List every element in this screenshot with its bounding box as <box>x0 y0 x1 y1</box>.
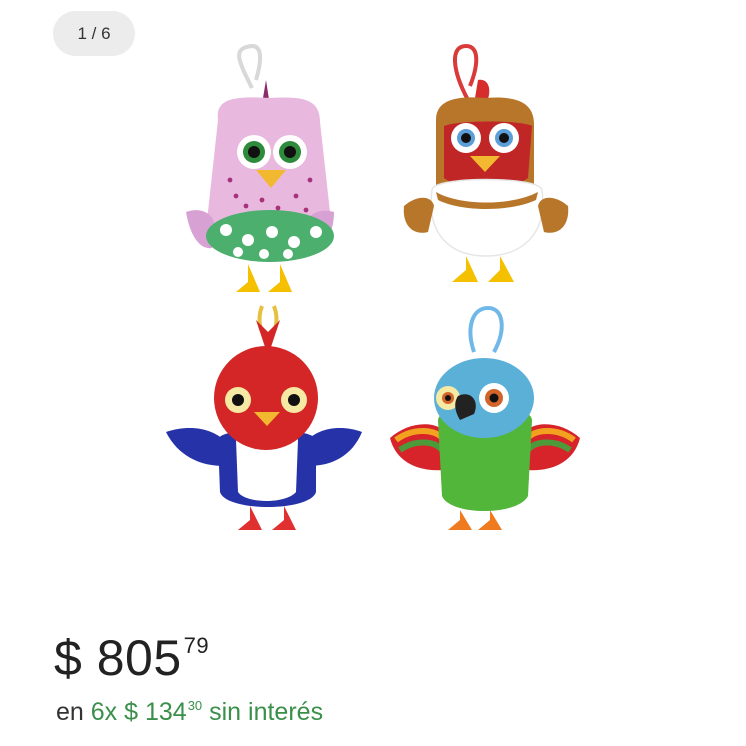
installments-suffix: sin interés <box>209 698 324 726</box>
product-image-gallery[interactable] <box>0 0 746 600</box>
brown-rooster-plush <box>403 43 569 282</box>
image-counter-text: 1 / 6 <box>77 23 111 43</box>
installments-info: en 6x $ 13430 sin interés <box>56 698 324 726</box>
pink-hen-plush <box>186 43 334 292</box>
image-counter-badge: 1 / 6 <box>53 11 135 56</box>
installments-prefix: en <box>56 698 84 726</box>
product-image[interactable] <box>0 0 746 600</box>
installments-integer: 134 <box>144 698 187 726</box>
installments-count: 6x <box>90 698 118 726</box>
installments-cents: 30 <box>187 698 203 713</box>
price-cents: 79 <box>183 633 210 658</box>
price-currency: $ <box>54 630 83 686</box>
installments-currency: $ <box>124 698 139 726</box>
price-integer: 805 <box>96 630 182 686</box>
red-bird-plush <box>166 305 362 530</box>
green-parrot-plush <box>390 305 580 530</box>
product-price: $ 80579 <box>54 633 209 683</box>
